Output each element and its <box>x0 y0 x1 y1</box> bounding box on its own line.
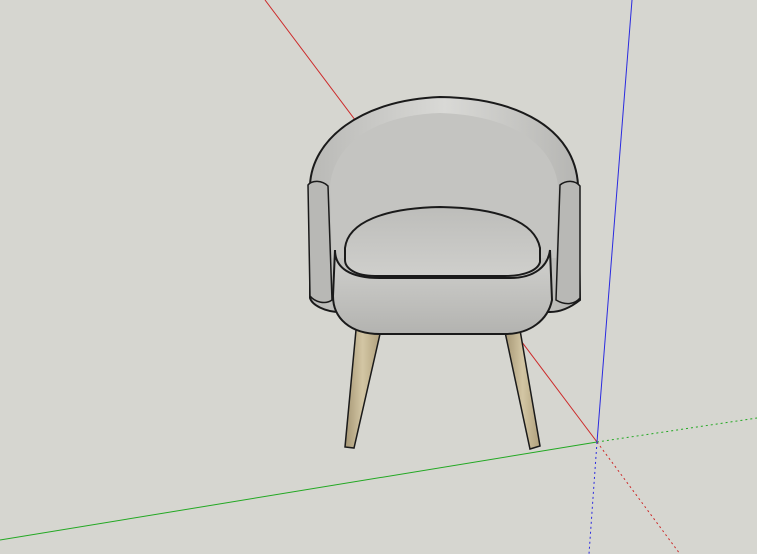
blue-axis-dotted <box>588 441 598 554</box>
3d-viewport[interactable] <box>0 0 757 554</box>
armchair-model[interactable] <box>307 95 582 450</box>
chair-leg-right <box>504 329 541 450</box>
green-axis-solid <box>0 441 598 541</box>
chair-legs <box>344 329 541 450</box>
chair-seat-cushion <box>344 205 541 277</box>
chair-arm-right <box>555 180 581 305</box>
blue-axis-solid <box>596 0 633 443</box>
chair-arm-left <box>307 180 333 304</box>
scene-canvas[interactable] <box>0 0 757 554</box>
red-axis-dotted <box>596 441 681 554</box>
chair-leg-left <box>344 329 381 449</box>
green-axis-dotted <box>596 417 757 443</box>
